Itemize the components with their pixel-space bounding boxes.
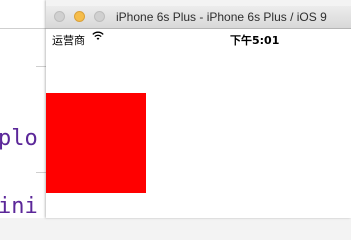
- wifi-icon: [92, 31, 104, 44]
- status-time: 下午5:01: [230, 34, 280, 47]
- window-title: iPhone 6s Plus - iPhone 6s Plus / iOS 9: [116, 10, 327, 24]
- editor-gutter-mark: [36, 172, 46, 173]
- simulator-window: iPhone 6s Plus - iPhone 6s Plus / iOS 9 …: [46, 0, 351, 218]
- minimize-button[interactable]: [74, 11, 85, 22]
- zoom-button[interactable]: [94, 11, 105, 22]
- red-view[interactable]: [46, 93, 146, 193]
- editor-gutter-mark: [36, 66, 46, 67]
- code-line[interactable]: ini: [0, 196, 38, 218]
- close-button[interactable]: [54, 11, 65, 22]
- window-titlebar[interactable]: iPhone 6s Plus - iPhone 6s Plus / iOS 9: [46, 6, 351, 29]
- ios-status-bar: 运营商 下午5:01: [46, 30, 351, 48]
- carrier-label: 运营商: [52, 34, 85, 47]
- code-editor-pane: plo ini: [0, 0, 47, 218]
- code-line[interactable]: plo: [0, 128, 38, 150]
- editor-divider: [0, 28, 46, 29]
